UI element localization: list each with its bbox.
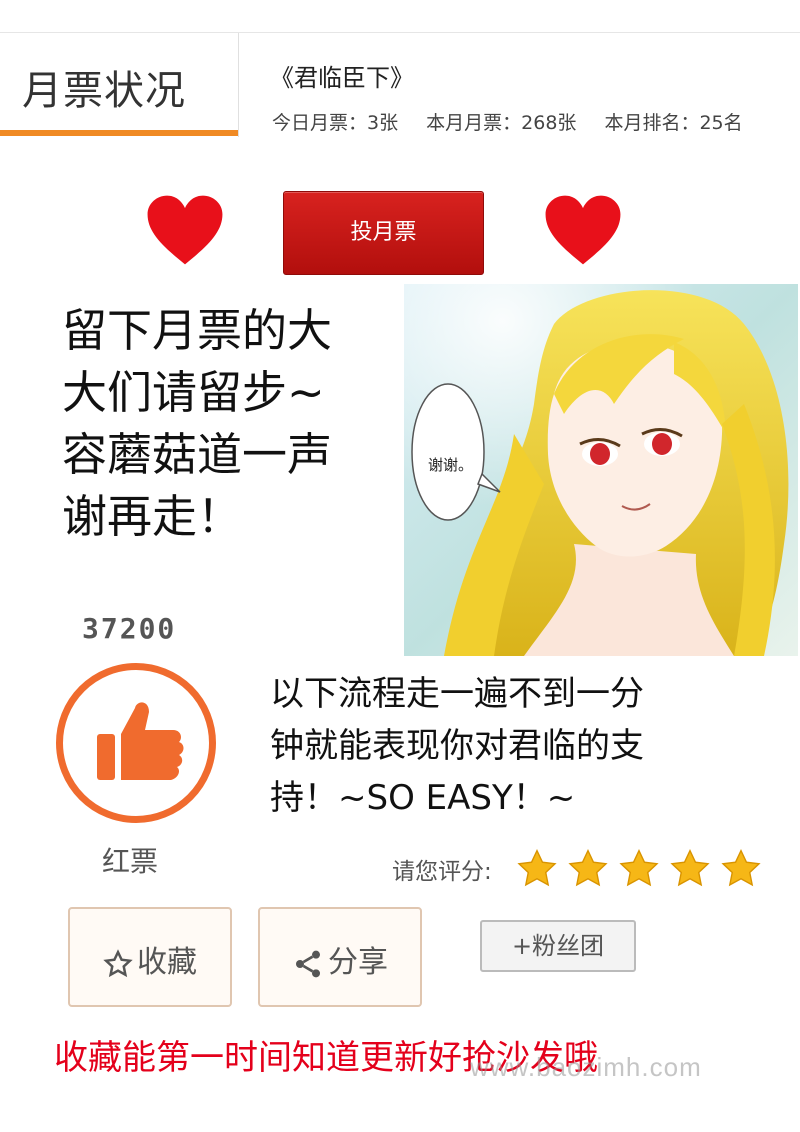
star-rating[interactable] <box>516 848 766 894</box>
thumbs-up-button[interactable] <box>56 663 216 823</box>
star-icon[interactable] <box>567 848 609 890</box>
star-icon[interactable] <box>720 848 762 890</box>
collect-button[interactable]: 收藏 <box>68 907 232 1007</box>
thank-you-message: 留下月票的大 大们请留步~ 容蘑菇道一声 谢再走！ <box>62 300 392 548</box>
share-icon <box>296 950 320 977</box>
vote-monthly-ticket-button[interactable]: 投月票 <box>283 191 484 275</box>
share-button-content: 分享 <box>260 937 420 981</box>
heart-icon <box>545 195 621 265</box>
message-line: 留下月票的大 <box>62 304 333 357</box>
stat-today: 今日月票：3张 <box>272 112 399 134</box>
message-line: 容蘑菇道一声 <box>62 428 333 481</box>
speech-bubble-text: 谢谢。 <box>428 456 473 474</box>
thumbs-up-icon <box>97 702 184 780</box>
fan-club-button[interactable]: +粉丝团 <box>480 920 636 972</box>
star-icon[interactable] <box>516 848 558 890</box>
ticket-stats: 今日月票：3张 本月月票：268张 本月排名：25名 <box>272 108 765 135</box>
process-line: 以下流程走一遍不到一分 <box>270 674 644 714</box>
heart-icon <box>147 195 223 265</box>
tab-monthly-ticket-status[interactable]: 月票状况 <box>22 58 186 116</box>
stat-rank: 本月排名：25名 <box>604 112 743 134</box>
process-line: 钟就能表现你对君临的支 <box>270 726 644 766</box>
collect-label: 收藏 <box>137 945 197 980</box>
stat-month: 本月月票：268张 <box>426 112 577 134</box>
process-text: 以下流程走一遍不到一分 钟就能表现你对君临的支 持！~SO EASY！~ <box>270 668 750 824</box>
message-line: 大们请留步~ <box>62 366 325 419</box>
star-icon[interactable] <box>618 848 660 890</box>
tab-active-underline <box>0 130 238 136</box>
book-title: 《君临臣下》 <box>270 64 414 92</box>
rating-label: 请您评分: <box>392 859 492 885</box>
star-outline-icon <box>103 948 133 977</box>
star-icon[interactable] <box>669 848 711 890</box>
red-ticket-count: 37200 <box>82 612 177 645</box>
process-line: 持！~SO EASY！~ <box>270 778 576 818</box>
share-button[interactable]: 分享 <box>258 907 422 1007</box>
manga-character-illustration: 谢谢。 <box>404 284 798 656</box>
message-line: 谢再走！ <box>62 490 243 543</box>
collect-button-content: 收藏 <box>70 937 230 981</box>
red-ticket-label: 红票 <box>102 845 159 878</box>
share-label: 分享 <box>328 945 388 980</box>
watermark: www.baozimh.com <box>470 1052 702 1082</box>
